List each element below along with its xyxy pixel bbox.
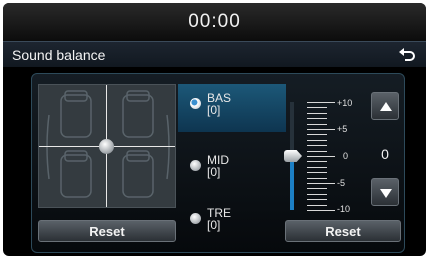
scale-tick <box>307 102 335 103</box>
clock: 00:00 <box>3 3 426 41</box>
balance-reset-button[interactable]: Reset <box>38 220 176 242</box>
scale-label-zero: 0 <box>343 151 349 161</box>
scale-tick <box>307 140 327 141</box>
scale-tick <box>307 167 327 168</box>
scale-tick <box>307 156 335 157</box>
radio-icon <box>190 213 201 224</box>
arrow-down-icon <box>380 189 392 198</box>
increase-level-button[interactable] <box>371 92 399 120</box>
arrow-up-icon <box>380 102 392 111</box>
radio-icon <box>190 98 201 109</box>
scale-tick <box>307 118 327 119</box>
level-slider-fill <box>290 156 294 210</box>
scale-label-plus5: +5 <box>337 124 348 134</box>
scale-tick <box>307 161 327 162</box>
scale-tick <box>307 183 335 184</box>
balance-fader-map[interactable] <box>38 84 176 208</box>
band-value: [0] <box>207 165 221 179</box>
back-arrow-icon[interactable] <box>398 46 416 64</box>
band-value: [0] <box>207 103 221 117</box>
scale-tick <box>307 188 327 189</box>
scale-tick <box>307 124 327 125</box>
level-slider-handle[interactable] <box>284 150 302 162</box>
scale-label-minus10: -10 <box>337 204 351 214</box>
scale-tick <box>307 172 327 173</box>
scale-label-plus10: +10 <box>337 98 353 108</box>
current-level-value: 0 <box>381 146 389 162</box>
scale-tick <box>307 178 327 179</box>
scale-tick <box>307 107 327 108</box>
page-title: Sound balance <box>12 47 106 63</box>
scale-tick <box>307 151 327 152</box>
scale-tick <box>307 205 327 206</box>
scale-tick <box>307 113 327 114</box>
scale-tick <box>307 199 327 200</box>
infotainment-screen: 00:00 Sound balance Reset BAS [0] MID [0… <box>3 3 426 256</box>
scale-tick <box>307 210 335 211</box>
eq-reset-button[interactable]: Reset <box>285 220 401 242</box>
band-value: [0] <box>207 218 221 232</box>
balance-position-knob[interactable] <box>99 139 114 154</box>
title-bar: Sound balance <box>3 41 426 67</box>
scale-tick <box>307 129 335 130</box>
radio-icon <box>190 160 201 171</box>
scale-tick <box>307 134 327 135</box>
scale-tick <box>307 194 327 195</box>
decrease-level-button[interactable] <box>371 178 399 206</box>
sound-balance-panel: Reset BAS [0] MID [0] TRE [0] +10 +5 0 -… <box>31 73 405 253</box>
scale-label-minus5: -5 <box>337 178 346 188</box>
scale-tick <box>307 145 327 146</box>
